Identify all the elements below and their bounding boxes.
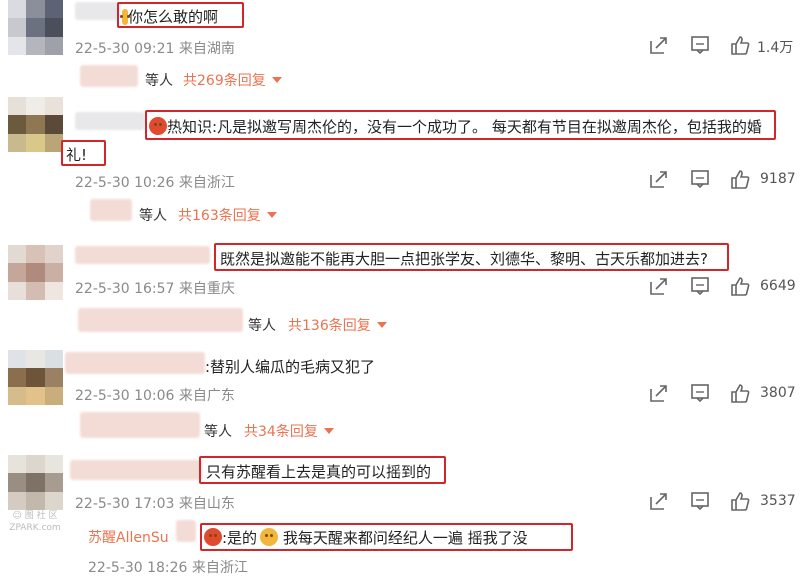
share-icon[interactable] [648,34,670,56]
comment-text: 你怎么敢的啊 [120,6,218,27]
avatar[interactable] [8,0,63,55]
replier-redacted [78,308,243,332]
emoji-icon [149,117,167,135]
username-redacted [65,352,205,374]
reply-avatar-redacted [176,520,196,542]
comment-date: 22-5-30 10:06 来自广东 [75,388,235,404]
like-count: 1.4万 [757,40,794,56]
comment-date: 22-5-30 10:26 来自浙江 [75,175,235,191]
comment-text: 只有苏醒看上去是真的可以摇到的 [206,463,432,481]
comment-text: :替别人编瓜的毛病又犯了 [205,358,376,376]
like-count: 3537 [760,493,796,509]
comment-icon[interactable] [689,34,711,56]
comment-date: 22-5-30 16:57 来自重庆 [75,281,235,297]
username-redacted [75,2,120,20]
replier-redacted [80,412,200,438]
reply-others: 等人 [248,318,276,334]
reply-count-link[interactable]: 共136条回复 [288,315,387,335]
reply-others: 等人 [204,424,232,440]
reply-others: 等人 [145,73,173,89]
avatar[interactable] [8,350,63,405]
comment-icon[interactable] [689,168,711,190]
comment-date: 22-5-30 17:03 来自山东 [75,496,235,512]
comment-icon[interactable] [689,382,711,404]
share-icon[interactable] [648,275,670,297]
username-redacted [75,112,145,130]
watermark: ☺ 图 社 区 ZPARK.com [9,511,61,533]
share-icon[interactable] [648,168,670,190]
replier-redacted [80,65,138,87]
like-icon[interactable] [729,490,751,512]
comment-icon[interactable] [689,490,711,512]
share-icon[interactable] [648,382,670,404]
like-icon[interactable] [729,275,751,297]
like-icon[interactable] [729,382,751,404]
like-count: 3807 [760,385,796,401]
replier-redacted [90,199,132,221]
reply-count-link[interactable]: 共163条回复 [178,205,277,225]
avatar[interactable] [8,245,63,300]
comment-date: 22-5-30 09:21 来自湖南 [75,41,235,57]
like-count: 9187 [760,171,796,187]
avatar[interactable] [8,455,63,510]
emoji-icon [204,528,222,546]
reply-date: 22-5-30 18:26 来自浙江 [88,560,248,576]
reply-others: 等人 [139,208,167,224]
avatar[interactable] [8,97,63,152]
reply-count-link[interactable]: 共34条回复 [244,421,334,441]
comment-text: 既然是拟邀能不能再大胆一点把张学友、刘德华、黎明、古天乐都加进去? [220,250,708,268]
like-icon[interactable] [729,168,751,190]
comment-text: 热知识:凡是拟邀写周杰伦的，没有一个成功了。 每天都有节目在拟邀周杰伦，包括我的… [149,116,762,137]
comment-text-cont: 礼! [66,146,88,164]
username-redacted [70,460,202,480]
reply-text: :是的 我每天醒来都问经纪人一遍 摇我了没 [204,527,528,548]
username-redacted [75,246,210,264]
reply-count-link[interactable]: 共269条回复 [183,70,282,90]
like-count: 6649 [760,278,796,294]
emoji-icon [260,528,279,546]
like-icon[interactable] [729,34,751,56]
emoji-icon [120,9,130,25]
share-icon[interactable] [648,490,670,512]
reply-nickname[interactable]: 苏醒AllenSu [88,527,169,547]
comment-icon[interactable] [689,275,711,297]
